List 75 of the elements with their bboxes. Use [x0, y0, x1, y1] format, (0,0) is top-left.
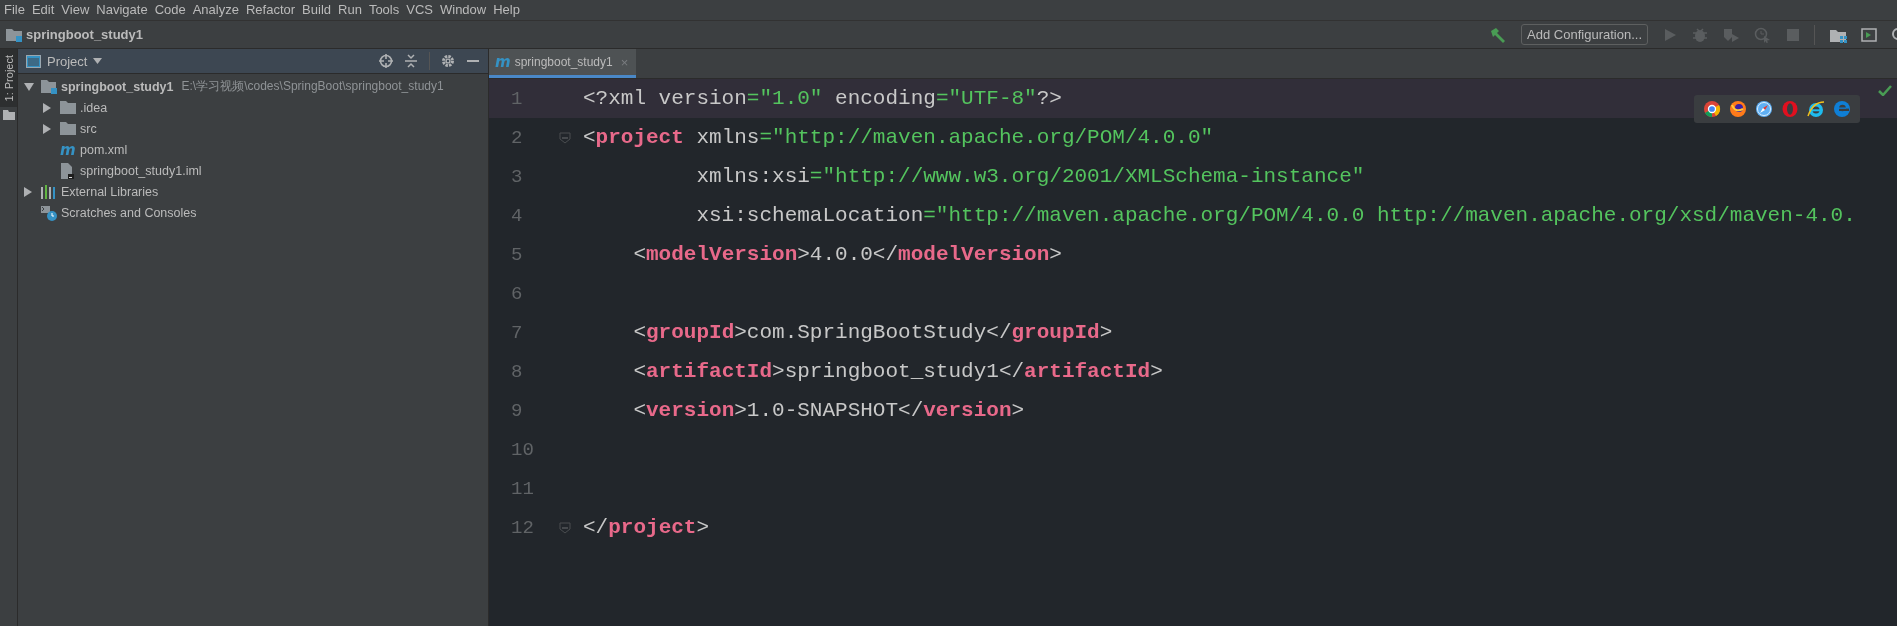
tree-item[interactable]: springboot_study1.iml	[80, 163, 202, 178]
file-icon	[60, 162, 74, 179]
tool-window-tab[interactable]: 1: Project	[0, 49, 17, 108]
tree-item[interactable]: springboot_study1	[61, 79, 174, 94]
window-icon	[26, 54, 41, 68]
expand-arrow-icon[interactable]	[43, 102, 51, 113]
line-number: 6	[510, 282, 524, 305]
menu-item[interactable]: Edit	[29, 1, 60, 19]
line-number: 7	[510, 321, 524, 344]
tree-item[interactable]: Scratches and Consoles	[61, 205, 197, 220]
settings-icon[interactable]	[441, 54, 455, 68]
menu-item[interactable]: Navigate	[94, 1, 153, 19]
configuration-button[interactable]: Add Configuration...	[1521, 24, 1648, 45]
collapse-icon[interactable]	[404, 54, 418, 68]
expand-arrow-icon[interactable]	[24, 186, 32, 197]
line-number: 5	[510, 243, 524, 266]
line-number: 9	[510, 399, 524, 422]
maven-icon: m	[60, 142, 76, 157]
file-tab[interactable]: m springboot_study1 ×	[489, 49, 637, 78]
browser-icon[interactable]	[1755, 100, 1773, 118]
menu-item[interactable]: View	[59, 1, 95, 19]
window-play-icon[interactable]	[1861, 27, 1877, 42]
hammer-icon[interactable]	[1489, 25, 1508, 44]
code-line: <groupId>com.SpringBootStudy</groupId>	[632, 321, 1113, 344]
code-line: xsi:schemaLocation="http://maven.apache.org/POM/4.0.0 http://maven.apache.org/xsd/maven-4.0.	[695, 204, 1856, 227]
line-number: 12	[510, 516, 535, 539]
line-number: 10	[510, 438, 535, 461]
menu-item[interactable]: File	[2, 1, 30, 19]
fold-marker-icon[interactable]	[559, 521, 571, 534]
menu-item[interactable]: Refactor	[243, 1, 301, 19]
expand-arrow-icon[interactable]	[43, 123, 51, 134]
code-line: </project>	[583, 516, 710, 539]
file-path: E:\学习视频\codes\SpringBoot\springboot_study1	[181, 78, 444, 95]
console-clock-icon	[41, 204, 57, 221]
line-number: 8	[510, 360, 524, 383]
tab-title: springboot_study1	[514, 55, 613, 69]
code-line: xmlns:xsi="http://www.w3.org/2001/XMLSchema-instance"	[695, 165, 1365, 188]
tree-item[interactable]: src	[80, 121, 97, 136]
collapse-arrow-icon[interactable]	[24, 82, 34, 91]
tree-item[interactable]: pom.xml	[80, 142, 128, 157]
browser-icon[interactable]	[1729, 100, 1747, 118]
search-icon[interactable]	[1891, 26, 1897, 43]
line-number: 3	[510, 165, 524, 188]
code-line: <?xml version="1.0" encoding="UTF-8"?>	[583, 87, 1062, 110]
menu-item[interactable]: Analyze	[190, 1, 244, 19]
folder-icon	[60, 122, 76, 135]
maven-icon: m	[495, 55, 511, 69]
menu-item[interactable]: Window	[437, 1, 492, 19]
tree-item[interactable]: .idea	[80, 100, 108, 115]
code-line: <version>1.0-SNAPSHOT</version>	[632, 399, 1025, 422]
line-number: 4	[510, 204, 524, 227]
folder-icon	[60, 101, 76, 114]
checkmark-icon	[1878, 85, 1892, 96]
folder-icon	[41, 79, 57, 94]
browser-icon[interactable]	[1807, 100, 1825, 118]
menu-item[interactable]: Build	[300, 1, 336, 19]
line-number: 2	[510, 126, 524, 149]
menu-item[interactable]: VCS	[404, 1, 438, 19]
caret-icon[interactable]	[93, 58, 103, 64]
view-dropdown[interactable]: Project	[47, 53, 88, 69]
browser-icon[interactable]	[1703, 100, 1721, 118]
menu-item[interactable]: Tools	[366, 1, 405, 19]
line-number: 11	[510, 477, 535, 500]
code-line: <artifactId>springboot_study1</artifactId>	[632, 360, 1163, 383]
code-line: <modelVersion>4.0.0</modelVersion>	[632, 243, 1062, 266]
menu-item[interactable]: Run	[336, 1, 367, 19]
breadcrumb-item[interactable]: springboot_study1	[26, 27, 143, 42]
code-line: <project xmlns="http://maven.apache.org/POM/4.0.0"	[583, 126, 1214, 149]
menu-item[interactable]: Help	[491, 1, 525, 19]
tree-item[interactable]: External Libraries	[61, 184, 159, 199]
fold-marker-icon[interactable]	[559, 131, 571, 144]
folder-icon	[5, 26, 23, 43]
menu-item[interactable]: Code	[152, 1, 191, 19]
crosshair-icon[interactable]	[379, 54, 393, 68]
bar-chart-icon	[41, 184, 56, 199]
